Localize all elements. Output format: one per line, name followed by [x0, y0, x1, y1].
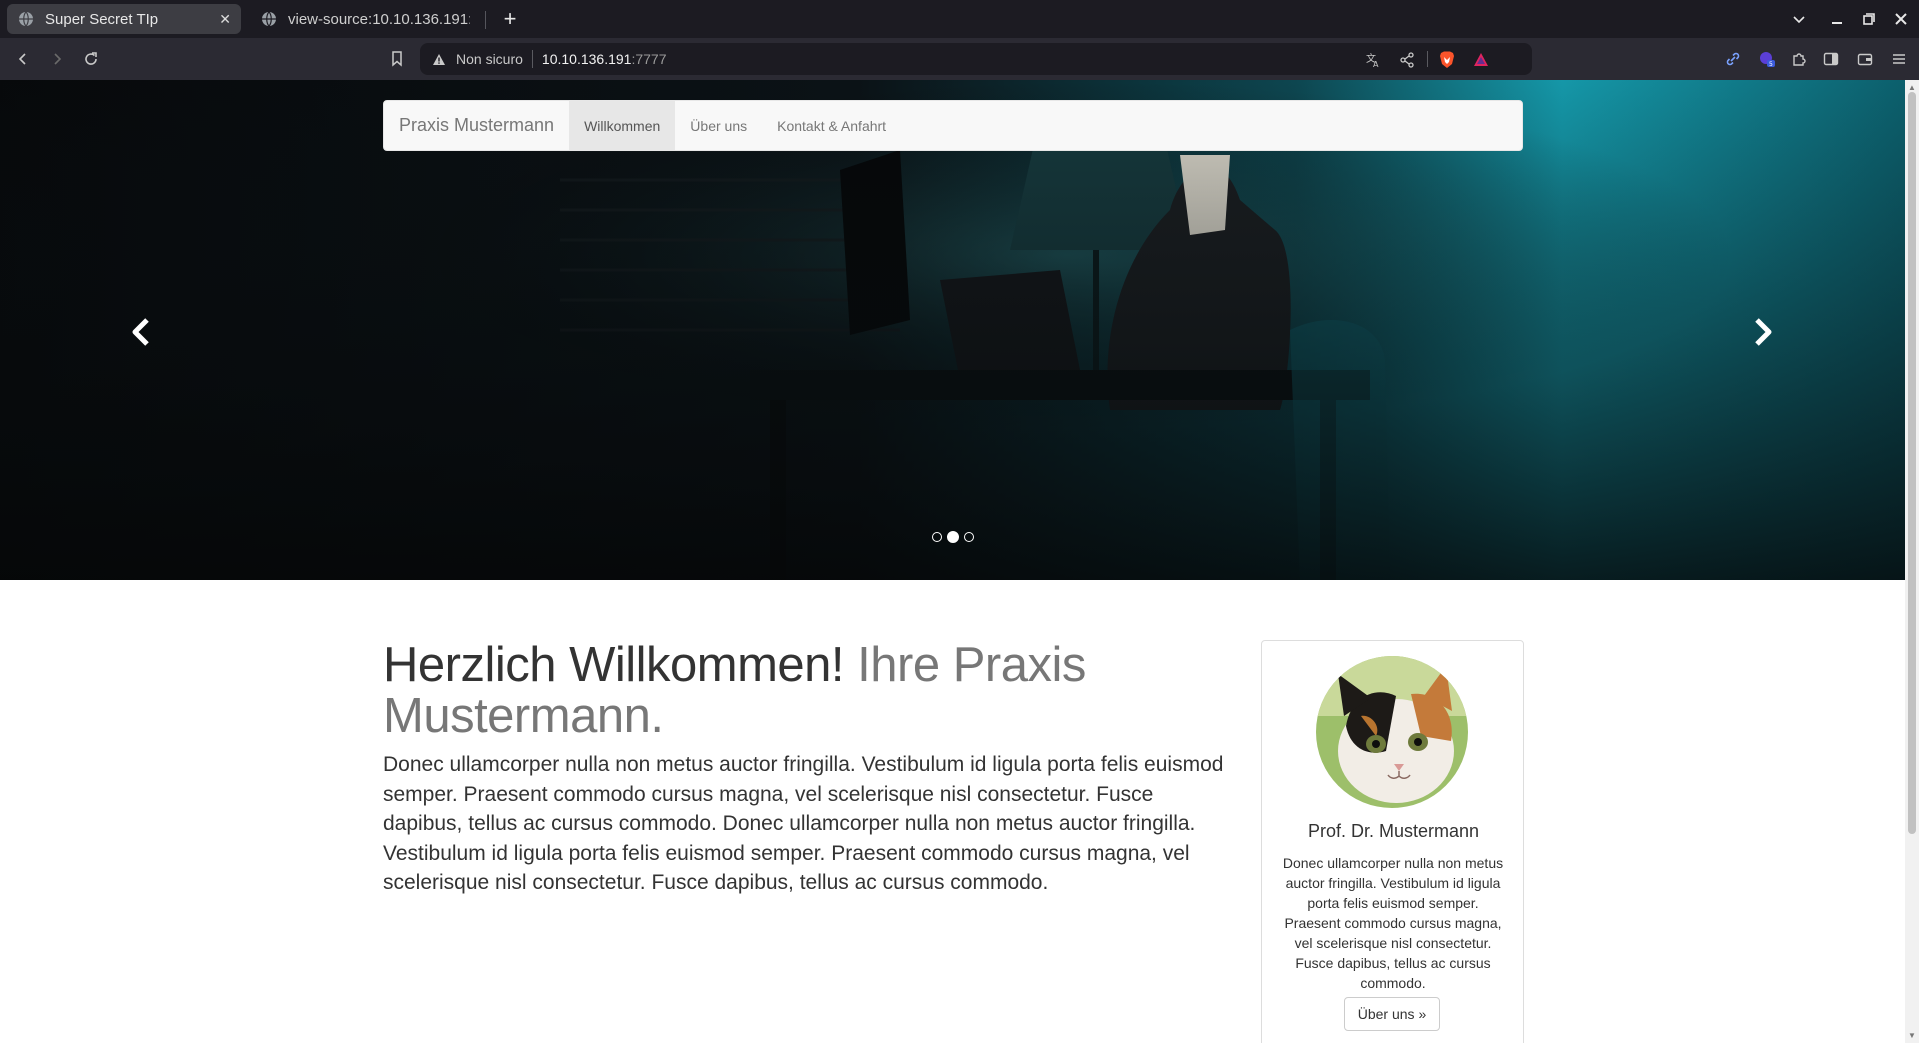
restore-icon[interactable]: [1854, 6, 1884, 32]
sidebar-icon[interactable]: [1818, 46, 1844, 72]
scroll-up-icon[interactable]: ▲: [1907, 82, 1917, 92]
site-brand[interactable]: Praxis Mustermann: [384, 101, 569, 150]
site-navbar: Praxis Mustermann Willkommen Über uns Ko…: [383, 100, 1523, 151]
tab-view-source[interactable]: view-source:10.10.136.191:77: [250, 4, 480, 34]
wallet-icon[interactable]: [1852, 46, 1878, 72]
back-icon[interactable]: [10, 46, 36, 72]
translate-icon[interactable]: 文A: [1364, 51, 1382, 69]
new-tab-icon[interactable]: +: [495, 4, 525, 34]
browser-tab-bar: Super Secret TIp ✕ view-source:10.10.136…: [0, 0, 1919, 38]
profile-description: Donec ullamcorper nulla non metus auctor…: [1282, 855, 1504, 991]
nav-link-kontakt[interactable]: Kontakt & Anfahrt: [762, 101, 901, 150]
carousel-next-icon[interactable]: [1748, 312, 1778, 352]
forward-icon[interactable]: [44, 46, 70, 72]
nav-link-ueber-uns[interactable]: Über uns: [675, 101, 762, 150]
page-scrollbar[interactable]: ▲ ▼: [1905, 80, 1919, 1043]
reload-icon[interactable]: [78, 46, 104, 72]
bookmark-icon[interactable]: [384, 46, 410, 72]
carousel-indicator-2[interactable]: [947, 531, 959, 543]
ueber-uns-button[interactable]: Über uns »: [1344, 997, 1440, 1031]
avatar: [1316, 656, 1468, 808]
security-label[interactable]: Non sicuro: [456, 51, 523, 67]
minimize-icon[interactable]: [1822, 6, 1852, 32]
carousel-indicator-1[interactable]: [932, 532, 942, 542]
kitten-avatar-image: [1316, 656, 1468, 808]
tab-super-secret-tip[interactable]: Super Secret TIp ✕: [7, 4, 241, 34]
scrollbar-thumb[interactable]: [1908, 92, 1916, 834]
page-headline: Herzlich Willkommen! Ihre Praxis Musterm…: [383, 640, 1243, 742]
url-separator: [531, 50, 533, 68]
wallet-extension-icon[interactable]: 5: [1754, 46, 1780, 72]
hero-carousel: Praxis Mustermann Willkommen Über uns Ko…: [0, 80, 1905, 580]
browser-toolbar: Non sicuro 10.10.136.191:7777 文A 5: [0, 38, 1919, 80]
headline-main: Herzlich Willkommen!: [383, 638, 845, 692]
svg-text:A: A: [1373, 60, 1379, 68]
tab-list-chevron-icon[interactable]: [1784, 6, 1814, 32]
lead-paragraph: Donec ullamcorper nulla non metus auctor…: [383, 753, 1224, 894]
web-page: Praxis Mustermann Willkommen Über uns Ko…: [0, 80, 1905, 1043]
close-icon[interactable]: ✕: [219, 11, 231, 28]
address-bar[interactable]: Non sicuro 10.10.136.191:7777 文A: [420, 43, 1532, 75]
extensions-puzzle-icon[interactable]: [1786, 46, 1812, 72]
tab-title: Super Secret TIp: [45, 10, 159, 28]
carousel-indicator-3[interactable]: [964, 532, 974, 542]
tab-separator: [485, 11, 486, 29]
globe-icon: [17, 10, 35, 28]
url-host: 10.10.136.191: [541, 51, 632, 67]
url-actions-separator: [1427, 51, 1428, 67]
globe-icon: [260, 10, 278, 28]
menu-icon[interactable]: [1886, 46, 1912, 72]
carousel-prev-icon[interactable]: [126, 312, 156, 352]
url-port: :7777: [631, 51, 667, 67]
svg-text:5: 5: [1769, 61, 1773, 68]
close-window-icon[interactable]: [1886, 6, 1916, 32]
profile-name: Prof. Dr. Mustermann: [1307, 821, 1480, 841]
tab-title: view-source:10.10.136.191:77: [288, 10, 470, 28]
warning-icon[interactable]: [430, 50, 448, 68]
link-extension-icon[interactable]: [1720, 46, 1746, 72]
profile-card: Prof. Dr. Mustermann Donec ullamcorper n…: [1261, 640, 1524, 1043]
carousel-indicators: [932, 531, 974, 543]
scroll-down-icon[interactable]: ▼: [1907, 1030, 1917, 1040]
nav-link-willkommen[interactable]: Willkommen: [569, 101, 676, 150]
brave-shields-icon[interactable]: [1438, 51, 1456, 69]
brave-rewards-icon[interactable]: [1472, 51, 1490, 69]
share-icon[interactable]: [1398, 51, 1416, 69]
carousel-slide-image: [0, 80, 1905, 580]
